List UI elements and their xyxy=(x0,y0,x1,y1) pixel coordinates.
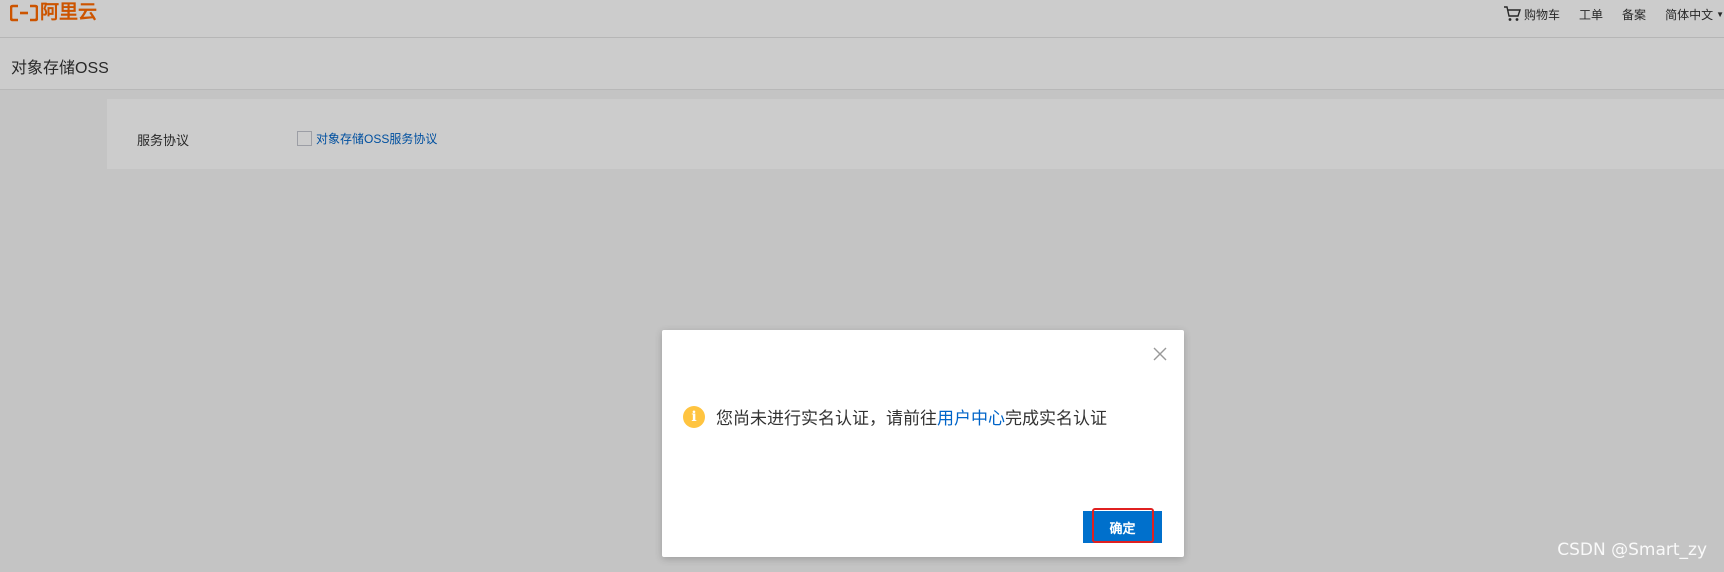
info-warning-icon: i xyxy=(683,405,705,428)
confirm-button[interactable]: 确定 xyxy=(1083,511,1162,543)
watermark: CSDN @Smart_zy xyxy=(1557,540,1707,560)
verification-dialog: i 您尚未进行实名认证，请前往 用户中心 完成实名认证 确定 xyxy=(662,330,1184,557)
close-icon[interactable] xyxy=(1152,346,1168,362)
user-center-link[interactable]: 用户中心 xyxy=(937,404,1005,429)
dialog-message-text: 您尚未进行实名认证，请前往 xyxy=(716,409,937,428)
dialog-message: i 您尚未进行实名认证，请前往 用户中心 完成实名认证 xyxy=(683,404,1107,429)
dialog-message-tail: 完成实名认证 xyxy=(1005,409,1107,428)
